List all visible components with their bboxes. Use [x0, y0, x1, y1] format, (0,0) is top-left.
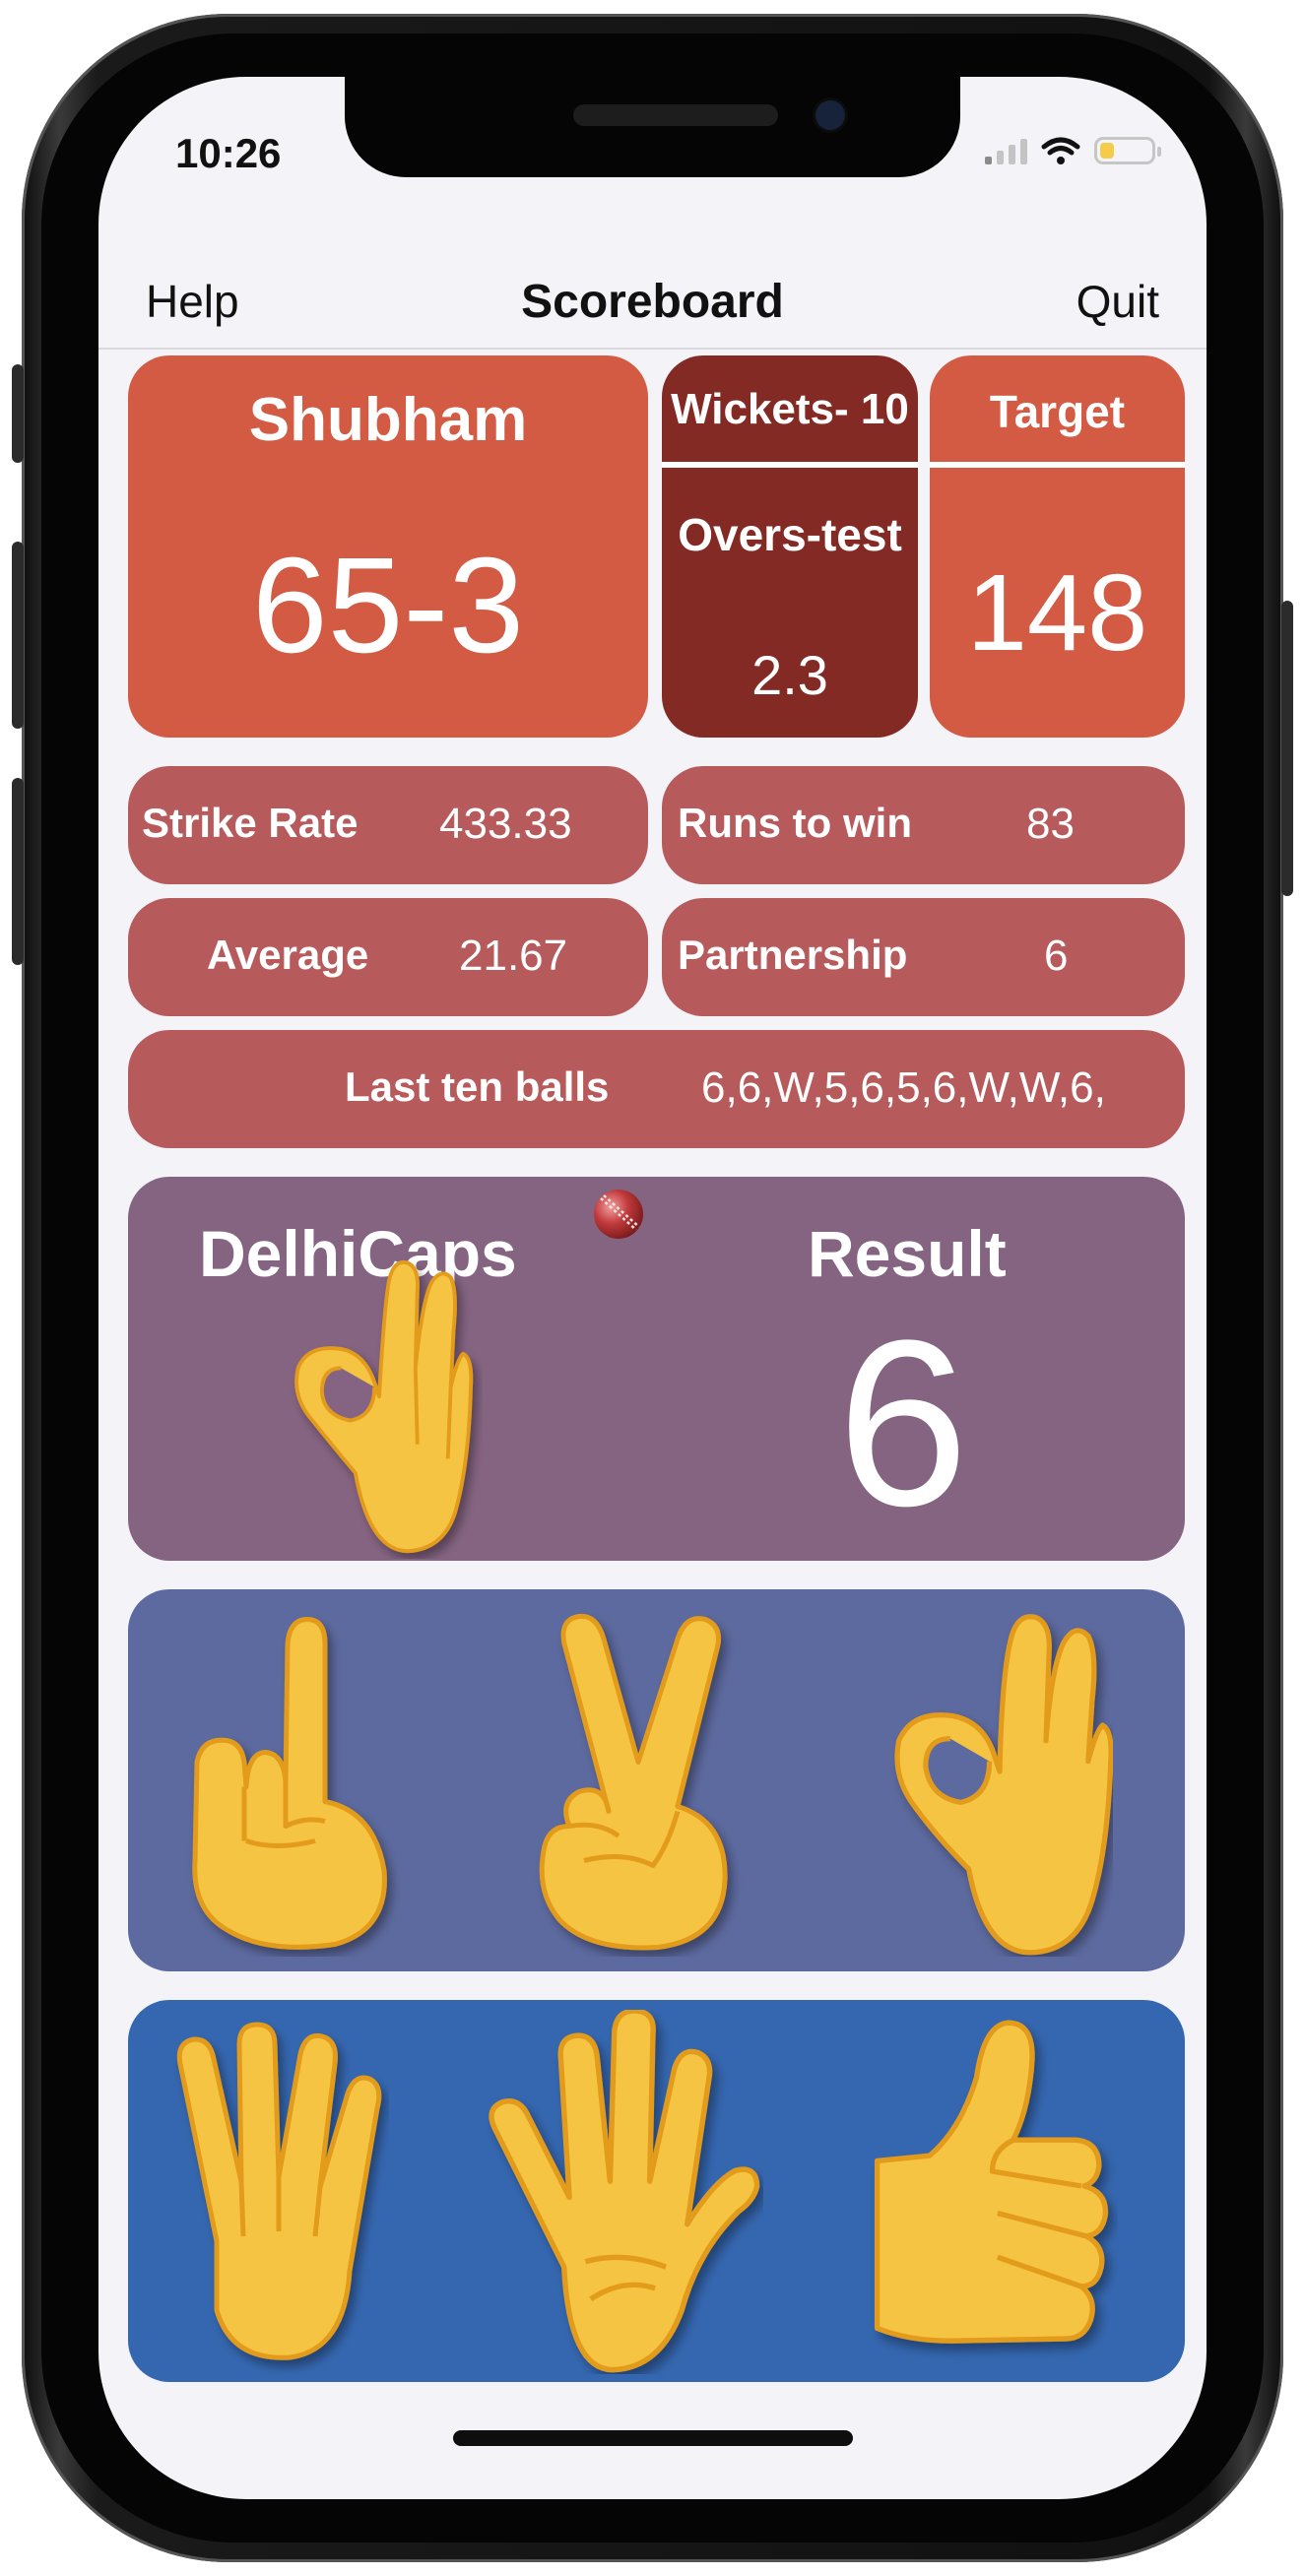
quit-button[interactable]: Quit — [1077, 275, 1159, 328]
wickets-header: Wickets- 10 — [662, 355, 918, 468]
overs-label: Overs-test — [678, 509, 902, 560]
volume-down-button — [12, 778, 24, 965]
partnership-card: Partnership 6 — [662, 898, 1185, 1016]
strike-rate-value: 433.33 — [439, 800, 572, 848]
overs-card: Wickets- 10 Overs-test 2.3 — [662, 355, 918, 738]
overs-value: 2.3 — [751, 644, 828, 706]
volume-up-button — [12, 542, 24, 729]
target-header: Target — [930, 355, 1185, 468]
silent-switch — [12, 364, 24, 463]
last-ten-balls-label: Last ten balls — [345, 1063, 610, 1110]
runs-to-win-card: Runs to win 83 — [662, 766, 1185, 884]
open-palm-hand-icon[interactable] — [483, 2010, 763, 2374]
partnership-label: Partnership — [678, 932, 908, 978]
power-button — [1281, 601, 1293, 896]
wifi-icon — [1041, 137, 1080, 164]
runs-to-win-label: Runs to win — [678, 800, 912, 846]
target-label: Target — [989, 386, 1126, 437]
speaker-grille — [573, 104, 778, 126]
target-value: 148 — [966, 552, 1148, 674]
home-indicator[interactable] — [453, 2430, 853, 2446]
strike-rate-card: Strike Rate 433.33 — [128, 766, 648, 884]
target-card: Target 148 — [930, 355, 1185, 738]
average-card: Average 21.67 — [128, 898, 648, 1016]
signal-icon — [985, 137, 1027, 164]
gesture-row-1 — [128, 1589, 1185, 1971]
battery-icon — [1094, 137, 1161, 164]
partnership-value: 6 — [1044, 932, 1069, 980]
status-icons — [985, 136, 1161, 165]
notch — [345, 77, 960, 177]
last-ten-balls-value: 6,6,W,5,6,5,6,W,W,6, — [701, 1063, 1106, 1112]
score-card: Shubham 65-3 — [128, 355, 648, 738]
front-camera — [816, 100, 845, 130]
batsman-name: Shubham — [248, 386, 528, 454]
status-time: 10:26 — [175, 130, 282, 176]
one-finger-hand-icon[interactable] — [187, 1607, 404, 1957]
last-ten-balls-card: Last ten balls 6,6,W,5,6,5,6,W,W,6, — [128, 1030, 1185, 1148]
thumbs-up-icon[interactable] — [867, 2010, 1118, 2364]
result-value: 6 — [837, 1291, 969, 1555]
ok-hand-icon[interactable] — [886, 1607, 1113, 1957]
result-card: DelhiCaps Result 6 — [128, 1177, 1185, 1561]
page-title: Scoreboard — [521, 276, 784, 328]
four-fingers-hand-icon[interactable] — [172, 2010, 389, 2374]
gesture-row-2 — [128, 2000, 1185, 2382]
wickets-label: Wickets- 10 — [671, 385, 909, 433]
cricket-ball-icon — [594, 1190, 643, 1239]
victory-hand-icon[interactable] — [530, 1607, 747, 1957]
navigation-bar: Help Scoreboard Quit — [98, 239, 1207, 350]
result-label: Result — [808, 1217, 1007, 1290]
average-value: 21.67 — [459, 932, 568, 980]
average-label: Average — [207, 932, 369, 978]
score-value: 65-3 — [251, 530, 525, 681]
ok-hand-icon — [294, 1259, 474, 1554]
strike-rate-label: Strike Rate — [142, 800, 359, 846]
runs-to-win-value: 83 — [1026, 800, 1075, 848]
app-screen: 10:26 Help Scoreboard Quit Shubham 65-3 … — [98, 77, 1207, 2499]
